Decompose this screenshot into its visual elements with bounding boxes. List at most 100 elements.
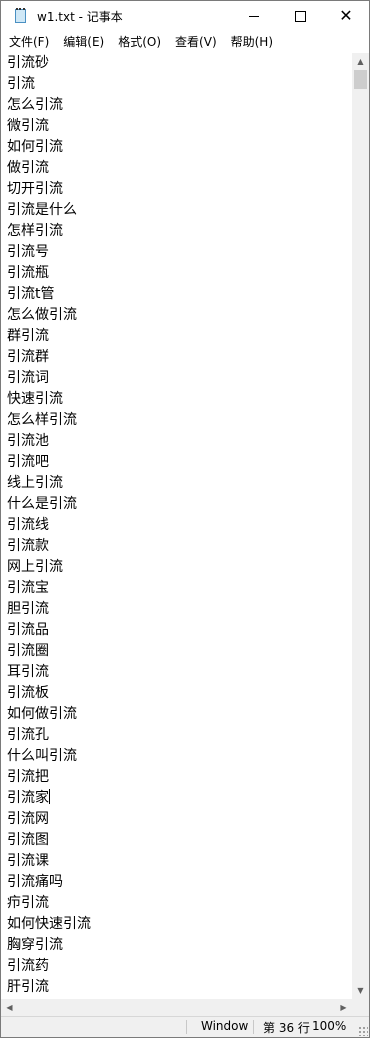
text-line[interactable]: 引流瓶: [1, 263, 352, 284]
status-divider: [253, 1020, 254, 1034]
text-line[interactable]: 肝引流: [1, 977, 352, 998]
close-button[interactable]: ✕: [323, 1, 369, 31]
text-line-content: 引流把: [7, 769, 49, 785]
text-line[interactable]: 引流板: [1, 683, 352, 704]
text-line[interactable]: 引流药: [1, 956, 352, 977]
text-line[interactable]: 引流网: [1, 809, 352, 830]
text-line[interactable]: 引流池: [1, 431, 352, 452]
minimize-button[interactable]: [231, 1, 277, 31]
text-line-content: 引流孔: [7, 727, 49, 743]
text-line-content: 耳引流: [7, 664, 49, 680]
text-line[interactable]: 引流吧: [1, 452, 352, 473]
text-line[interactable]: 如何做引流: [1, 704, 352, 725]
text-line[interactable]: 胸穿引流: [1, 935, 352, 956]
close-icon: ✕: [339, 6, 353, 25]
text-line-content: 怎么样引流: [7, 412, 77, 428]
text-line[interactable]: 引流课: [1, 851, 352, 872]
text-line[interactable]: 引流砂: [1, 53, 352, 74]
text-line[interactable]: 网上引流: [1, 557, 352, 578]
text-line[interactable]: 引流款: [1, 536, 352, 557]
status-bar: Windows (CRLF) 第 36 行 100%: [1, 1016, 369, 1037]
scroll-left-arrow-icon[interactable]: ◀: [1, 999, 18, 1016]
text-line-content: 胸穿引流: [7, 937, 63, 953]
menu-format[interactable]: 格式(O): [110, 33, 167, 50]
vertical-scroll-thumb[interactable]: [354, 70, 367, 89]
text-line[interactable]: 引流图: [1, 830, 352, 851]
text-line-content: 引流痛吗: [7, 874, 63, 890]
text-line-content: 快速引流: [7, 391, 63, 407]
text-line[interactable]: 如何快速引流: [1, 914, 352, 935]
text-line-content: 怎么引流: [7, 97, 63, 113]
maximize-button[interactable]: [277, 1, 323, 31]
text-line-content: 引流宝: [7, 580, 49, 596]
text-line[interactable]: 引流t管: [1, 284, 352, 305]
text-line-content: 引流网: [7, 811, 49, 827]
text-line[interactable]: 引流: [1, 74, 352, 95]
text-line-content: 引流品: [7, 622, 49, 638]
text-line[interactable]: 引流把: [1, 767, 352, 788]
vertical-scrollbar[interactable]: ▲ ▼: [352, 53, 369, 999]
scroll-up-arrow-icon[interactable]: ▲: [352, 53, 369, 70]
text-line-content: 引流t管: [7, 286, 55, 302]
text-line-content: 肝引流: [7, 979, 49, 995]
text-line-content: 引流池: [7, 433, 49, 449]
text-line[interactable]: 疖引流: [1, 893, 352, 914]
text-line[interactable]: 引流圈: [1, 641, 352, 662]
horizontal-scrollbar[interactable]: ◀ ▶: [1, 999, 352, 1016]
text-line[interactable]: 做引流: [1, 158, 352, 179]
scroll-down-arrow-icon[interactable]: ▼: [352, 982, 369, 999]
text-line-content: 怎样引流: [7, 223, 63, 239]
text-line[interactable]: 线上引流: [1, 473, 352, 494]
text-line[interactable]: 胆引流: [1, 599, 352, 620]
text-line[interactable]: 引流是什么: [1, 200, 352, 221]
text-line-content: 引流砂: [7, 55, 49, 71]
text-line-content: 引流课: [7, 853, 49, 869]
text-line[interactable]: 引流品: [1, 620, 352, 641]
text-line[interactable]: 引流孔: [1, 725, 352, 746]
text-line[interactable]: 切开引流: [1, 179, 352, 200]
text-line[interactable]: 引流群: [1, 347, 352, 368]
scrollbar-corner: [352, 999, 369, 1016]
menu-edit[interactable]: 编辑(E): [55, 33, 110, 50]
text-line[interactable]: 微引流: [1, 116, 352, 137]
text-line[interactable]: 群引流: [1, 326, 352, 347]
text-line-content: 网上引流: [7, 559, 63, 575]
resize-grip-icon[interactable]: [358, 1026, 368, 1036]
text-line[interactable]: 快速引流: [1, 389, 352, 410]
text-line[interactable]: 什么叫引流: [1, 746, 352, 767]
text-line[interactable]: 如何引流: [1, 137, 352, 158]
title-bar[interactable]: w1.txt - 记事本 ✕: [1, 1, 369, 31]
text-line-content: 微引流: [7, 118, 49, 134]
text-line[interactable]: 耳引流: [1, 662, 352, 683]
text-line-content: 引流号: [7, 244, 49, 260]
text-editor-area[interactable]: 引流砂引流怎么引流微引流如何引流做引流切开引流 引流是什么怎样引流引流号引流瓶引流…: [1, 53, 352, 999]
text-line-content: 如何快速引流: [7, 916, 91, 932]
text-line[interactable]: 怎么做引流: [1, 305, 352, 326]
text-line-content: 什么叫引流: [7, 748, 77, 764]
text-line[interactable]: 怎么样引流: [1, 410, 352, 431]
menu-view[interactable]: 查看(V): [167, 33, 223, 50]
text-line-content: 什么是引流: [7, 496, 77, 512]
text-line[interactable]: 引流宝: [1, 578, 352, 599]
menu-file[interactable]: 文件(F): [1, 33, 55, 50]
text-line-content: 引流款: [7, 538, 49, 554]
status-divider: [186, 1020, 187, 1034]
text-line[interactable]: 怎样引流: [1, 221, 352, 242]
text-line[interactable]: 怎么引流: [1, 95, 352, 116]
text-line-content: 引流群: [7, 349, 49, 365]
text-line[interactable]: 什么是引流: [1, 494, 352, 515]
scroll-right-arrow-icon[interactable]: ▶: [335, 999, 352, 1016]
text-line[interactable]: 引流痛吗: [1, 872, 352, 893]
text-line-content: 做引流: [7, 160, 49, 176]
status-zoom-level: 100%: [312, 1019, 347, 1033]
notepad-window: w1.txt - 记事本 ✕ 文件(F) 编辑(E) 格式(O) 查看(V) 帮…: [0, 0, 370, 1038]
text-line[interactable]: 引流号: [1, 242, 352, 263]
text-line-content: 引流家: [7, 790, 49, 806]
text-line-content: 胆引流: [7, 601, 49, 617]
text-line[interactable]: 引流词: [1, 368, 352, 389]
text-line[interactable]: 引流家: [1, 788, 352, 809]
text-line-content: 引流吧: [7, 454, 49, 470]
text-line[interactable]: 引流线: [1, 515, 352, 536]
text-caret: [49, 789, 50, 804]
menu-help[interactable]: 帮助(H): [223, 33, 279, 50]
